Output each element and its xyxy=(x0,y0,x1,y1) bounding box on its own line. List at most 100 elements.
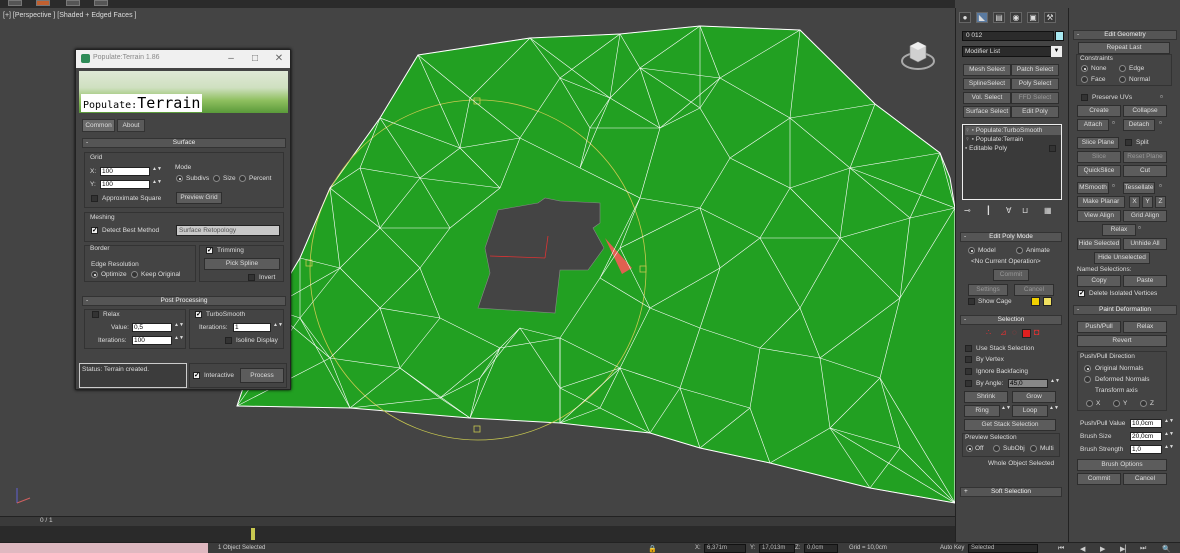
method-dropdown[interactable]: Surface Retopology xyxy=(176,225,280,236)
split-checkbox[interactable] xyxy=(1125,139,1132,146)
viewport-label[interactable]: [+] [Perspective ] [Shaded + Edged Faces… xyxy=(3,12,136,19)
element-level-icon[interactable]: ◘ xyxy=(1034,327,1039,337)
cage-color-swatch[interactable] xyxy=(1031,297,1040,306)
axis-y-radio[interactable] xyxy=(1113,400,1120,407)
ffd-select-button[interactable]: FFD Select xyxy=(1011,92,1059,104)
relax-value-spinner[interactable]: 0,5 xyxy=(132,323,172,332)
slice-button[interactable]: Slice xyxy=(1077,151,1121,163)
preserve-uvs-checkbox[interactable] xyxy=(1081,94,1088,101)
spinner-arrows-icon[interactable]: ▲▼ xyxy=(1164,418,1174,424)
constraint-face-radio[interactable] xyxy=(1081,76,1088,83)
cut-button[interactable]: Cut xyxy=(1123,165,1167,177)
selection-rollout-header[interactable]: - Selection xyxy=(960,315,1062,325)
edit-poly-button[interactable]: Edit Poly xyxy=(1011,106,1059,118)
maximize-icon[interactable]: □ xyxy=(248,52,262,65)
y-coord-field[interactable]: 17,013m xyxy=(759,544,795,553)
show-cage-checkbox[interactable] xyxy=(968,298,975,305)
cage-selected-color-swatch[interactable] xyxy=(1043,297,1052,306)
invert-checkbox[interactable] xyxy=(248,274,255,281)
use-stack-selection-checkbox[interactable] xyxy=(965,345,972,352)
angle-spinner[interactable]: 45,0 xyxy=(1008,379,1048,388)
push-pull-value-spinner[interactable]: 10,0cm xyxy=(1130,419,1162,428)
get-stack-selection-button[interactable]: Get Stack Selection xyxy=(964,419,1056,431)
spinner-arrows-icon[interactable]: ▲▼ xyxy=(1164,444,1174,450)
spinner-arrows-icon[interactable]: ▲▼ xyxy=(1164,431,1174,437)
settings-icon[interactable]: ▫ xyxy=(1160,92,1163,101)
goto-start-icon[interactable]: ⏮ xyxy=(1058,545,1064,553)
detach-settings-icon[interactable]: ▫ xyxy=(1159,118,1162,127)
patch-select-button[interactable]: Patch Select xyxy=(1011,64,1059,76)
next-frame-icon[interactable]: ▶▏ xyxy=(1120,545,1131,553)
paint-relax-button[interactable]: Relax xyxy=(1123,321,1167,333)
relax-checkbox[interactable] xyxy=(92,311,99,318)
mesh-select-button[interactable]: Mesh Select xyxy=(963,64,1011,76)
copy-button[interactable]: Copy xyxy=(1077,275,1121,287)
spinner-arrows-icon[interactable]: ▲▼ xyxy=(152,166,162,172)
preview-grid-button[interactable]: Preview Grid xyxy=(176,192,222,204)
prev-frame-icon[interactable]: ◀ xyxy=(1080,545,1085,553)
spinner-arrows-icon[interactable]: ▲▼ xyxy=(1049,405,1059,411)
brush-strength-spinner[interactable]: 1,0 xyxy=(1130,445,1162,454)
mode-size-radio[interactable] xyxy=(213,175,220,182)
spinner-arrows-icon[interactable]: ▲▼ xyxy=(1050,378,1060,384)
stack-item[interactable]: ♀ ▪ Populate:Terrain xyxy=(965,135,1023,144)
preview-subobj-radio[interactable] xyxy=(993,445,1000,452)
toolbar-button[interactable] xyxy=(94,0,108,6)
brush-options-button[interactable]: Brush Options xyxy=(1077,459,1167,471)
planar-x-button[interactable]: X xyxy=(1129,196,1140,208)
trimming-checkbox[interactable] xyxy=(206,246,213,254)
constraint-normal-radio[interactable] xyxy=(1119,76,1126,83)
deformed-normals-radio[interactable] xyxy=(1084,376,1091,383)
settings-button[interactable]: Settings xyxy=(968,284,1008,296)
relax-button[interactable]: Relax xyxy=(1102,224,1136,236)
toolbar-button[interactable] xyxy=(8,0,22,6)
motion-tab-icon[interactable]: ◉ xyxy=(1010,12,1022,23)
repeat-last-button[interactable]: Repeat Last xyxy=(1078,42,1170,54)
planar-z-button[interactable]: Z xyxy=(1155,196,1166,208)
surface-select-button[interactable]: Surface Select xyxy=(963,106,1011,118)
tab-about[interactable]: About xyxy=(117,119,145,132)
isoline-checkbox[interactable] xyxy=(225,337,232,344)
poly-select-button[interactable]: Poly Select xyxy=(1011,78,1059,90)
create-tab-icon[interactable]: ● xyxy=(959,12,971,23)
quickslice-button[interactable]: QuickSlice xyxy=(1077,165,1121,177)
soft-selection-rollout-header[interactable]: + Soft Selection xyxy=(960,487,1062,497)
pin-stack-icon[interactable]: ⊸ xyxy=(964,206,971,215)
dialog-titlebar[interactable]: Populate:Terrain 1.86 – □ ✕ xyxy=(76,50,290,68)
tab-common[interactable]: Common xyxy=(82,119,115,132)
brush-size-spinner[interactable]: 20,0cm xyxy=(1130,432,1162,441)
stack-item-toggle[interactable] xyxy=(1049,145,1056,152)
z-coord-field[interactable]: 0,0cm xyxy=(804,544,838,553)
hide-unselected-button[interactable]: Hide Unselected xyxy=(1094,252,1150,264)
loop-button[interactable]: Loop xyxy=(1012,405,1048,417)
paint-commit-button[interactable]: Commit xyxy=(1077,473,1121,485)
revert-button[interactable]: Revert xyxy=(1077,335,1167,347)
approx-square-checkbox[interactable] xyxy=(91,195,98,202)
time-slider[interactable] xyxy=(0,516,955,526)
planar-y-button[interactable]: Y xyxy=(1142,196,1153,208)
tessellate-button[interactable]: Tessellate xyxy=(1123,182,1155,194)
spinner-arrows-icon[interactable]: ▲▼ xyxy=(152,179,162,185)
time-slider-thumb[interactable] xyxy=(251,528,255,540)
attach-button[interactable]: Attach xyxy=(1077,119,1109,131)
edge-level-icon[interactable]: ⊿ xyxy=(1000,328,1007,337)
hierarchy-tab-icon[interactable]: ▤ xyxy=(993,12,1005,23)
post-processing-rollout-header[interactable]: - Post Processing xyxy=(82,296,286,306)
surface-rollout-header[interactable]: - Surface xyxy=(82,138,286,148)
edit-poly-mode-header[interactable]: - Edit Poly Mode xyxy=(960,232,1062,242)
delete-isolated-checkbox[interactable] xyxy=(1078,289,1085,297)
ts-iterations-spinner[interactable]: 1 xyxy=(233,323,271,332)
collapse-button[interactable]: Collapse xyxy=(1123,105,1167,117)
chevron-down-icon[interactable]: ▼ xyxy=(1051,46,1062,57)
polygon-level-icon[interactable] xyxy=(1022,329,1031,338)
show-end-result-icon[interactable]: ┃ xyxy=(986,206,991,215)
msmooth-button[interactable]: MSmooth xyxy=(1077,182,1109,194)
toolbar-button[interactable] xyxy=(66,0,80,6)
create-button[interactable]: Create xyxy=(1077,105,1121,117)
modifier-list-dropdown[interactable]: Modifier List xyxy=(962,46,1062,57)
optimize-radio[interactable] xyxy=(91,271,98,278)
detect-best-checkbox[interactable] xyxy=(91,226,98,234)
process-button[interactable]: Process xyxy=(240,368,284,383)
ring-button[interactable]: Ring xyxy=(964,405,1000,417)
viewcube-icon[interactable] xyxy=(898,36,938,76)
